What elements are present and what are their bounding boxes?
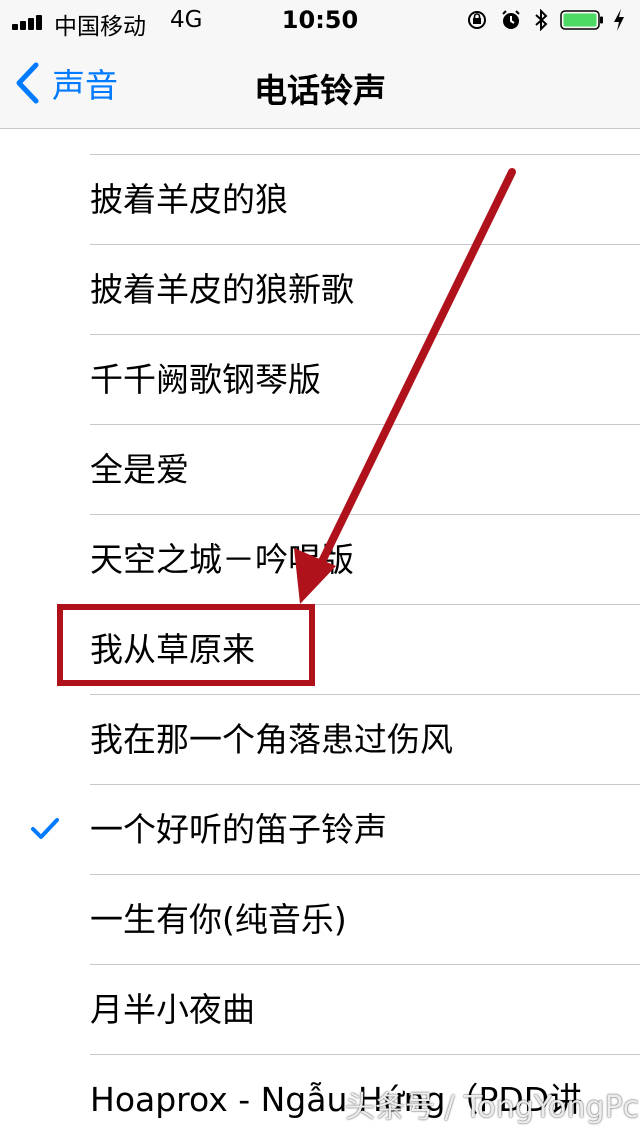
ringtone-item[interactable]: 天空之城－吟唱版 (90, 515, 640, 605)
status-bar: 中国移动 4G 10:50 (0, 0, 640, 40)
ringtone-label: 全是爱 (90, 450, 189, 489)
alarm-icon (502, 10, 520, 29)
battery-icon (560, 10, 603, 30)
battery-fill (563, 13, 597, 27)
charging-icon (614, 9, 624, 31)
ringtone-label: 一生有你(纯音乐) (90, 900, 347, 939)
screen: 中国移动 4G 10:50 声音 电话铃声 披着羊皮的狼 披着羊皮的狼新歌 千千… (0, 0, 640, 1136)
ringtone-item[interactable]: 披着羊皮的狼 (90, 155, 640, 245)
ringtone-label: 我在那一个角落患过伤风 (90, 720, 453, 759)
ringtone-label: 天空之城－吟唱版 (90, 540, 354, 579)
page-title: 电话铃声 (254, 71, 386, 110)
ringtone-item-selected[interactable]: 一个好听的笛子铃声 (31, 785, 640, 875)
list-top-separator (90, 129, 640, 155)
ringtone-label: 月半小夜曲 (90, 990, 255, 1029)
ringtone-label: 一个好听的笛子铃声 (90, 810, 387, 849)
ringtone-item[interactable]: 一生有你(纯音乐) (90, 875, 640, 965)
nav-bar: 声音 电话铃声 (0, 40, 640, 129)
orientation-lock-icon (468, 11, 486, 29)
ringtone-item[interactable]: 千千阙歌钢琴版 (90, 335, 640, 425)
bluetooth-icon (535, 9, 548, 31)
ringtone-item[interactable]: 我在那一个角落患过伤风 (90, 695, 640, 785)
ringtone-item[interactable]: 全是爱 (90, 425, 640, 515)
ringtone-label: 千千阙歌钢琴版 (90, 360, 321, 399)
ringtone-label: 披着羊皮的狼 (90, 180, 288, 219)
annotation-highlight-box (57, 604, 315, 686)
ringtone-label: 披着羊皮的狼新歌 (90, 270, 354, 309)
watermark: 头条号 / TongYongPc (345, 1090, 640, 1125)
ringtone-item[interactable]: 月半小夜曲 (90, 965, 640, 1055)
checkmark-icon (31, 818, 59, 839)
ringtone-item[interactable]: 披着羊皮的狼新歌 (90, 245, 640, 335)
